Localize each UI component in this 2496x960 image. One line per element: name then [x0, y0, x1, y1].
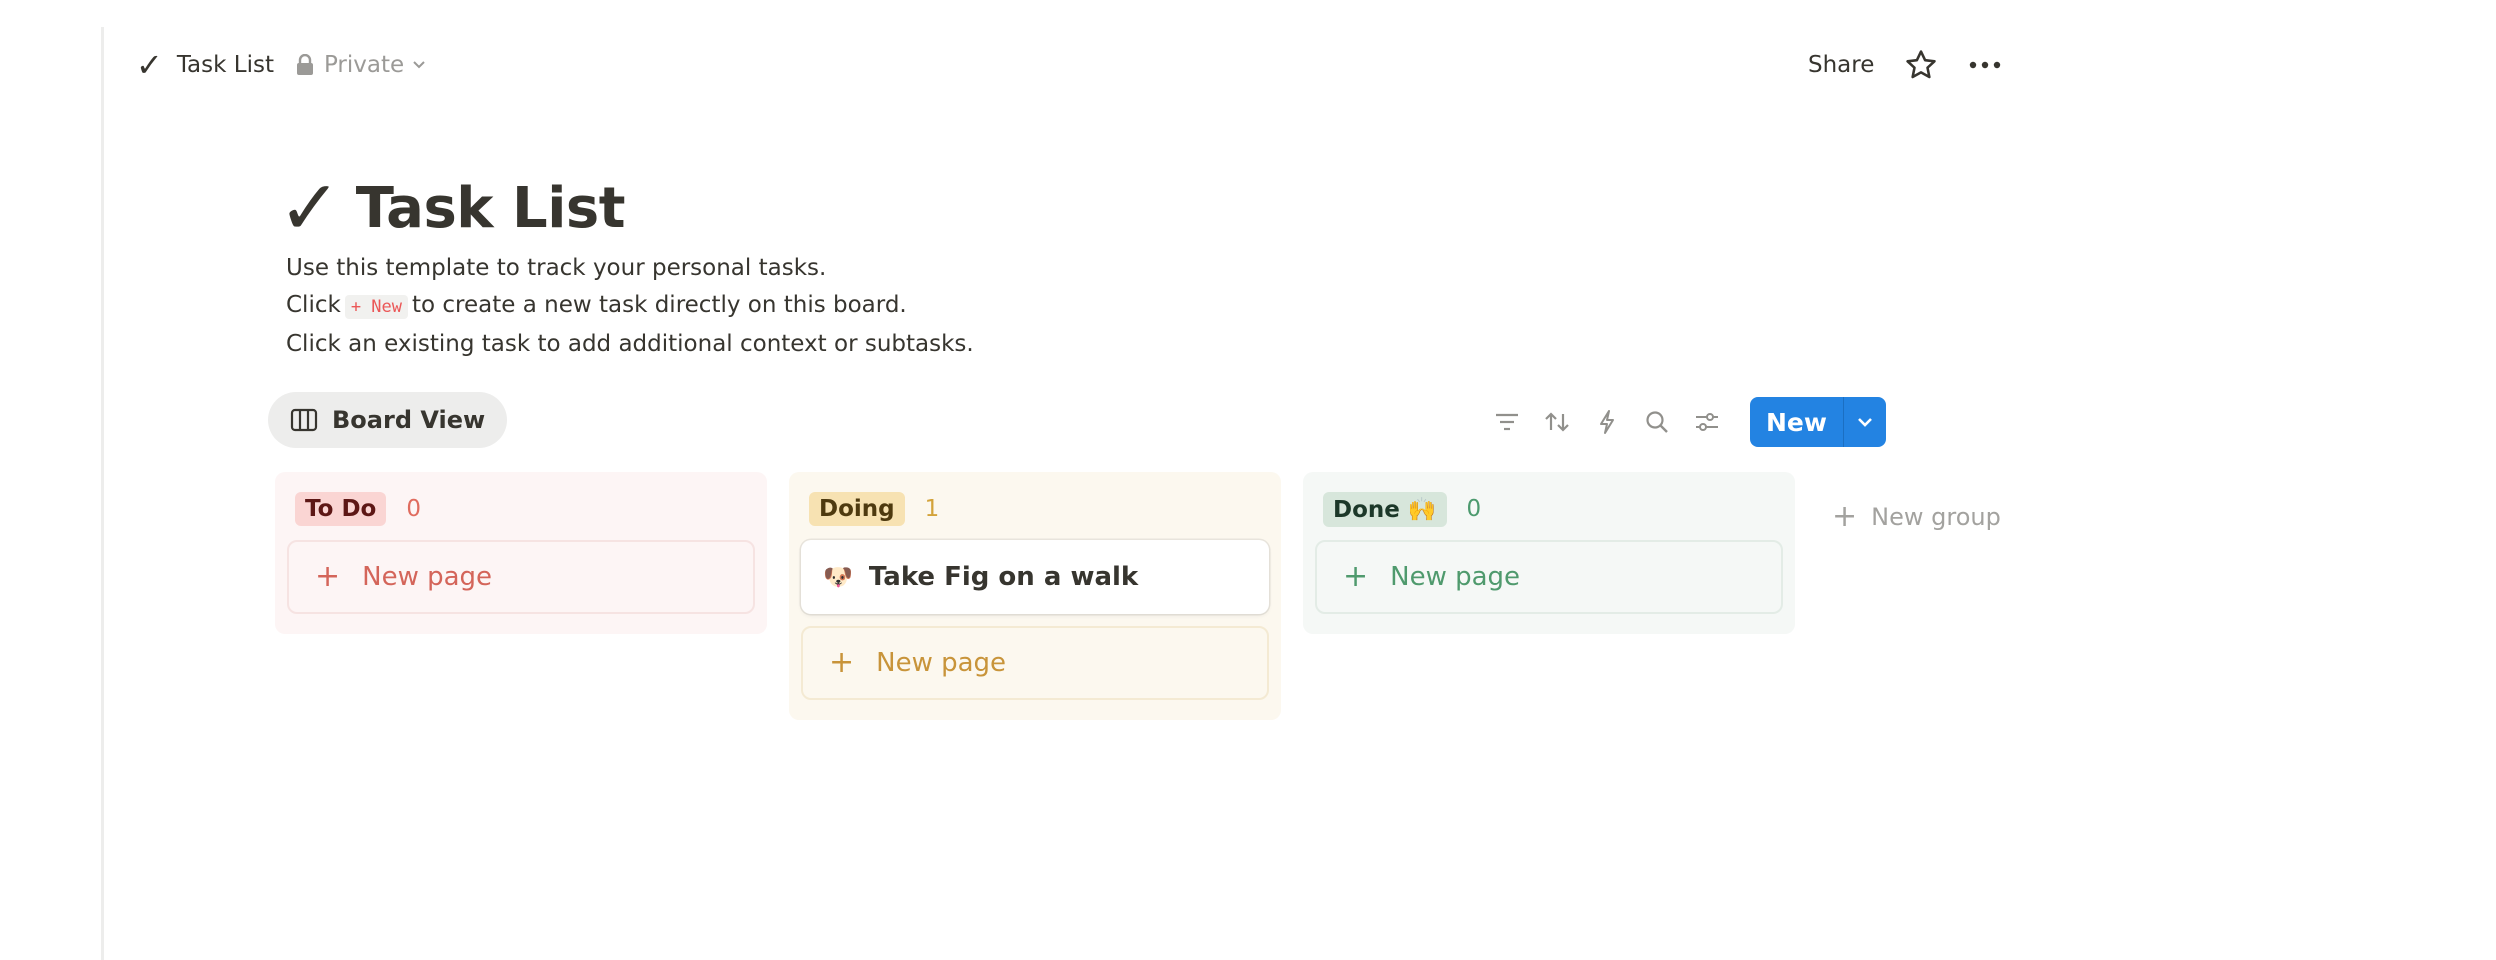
description-line: Click + New to create a new task directly …: [286, 287, 974, 326]
view-settings-button[interactable]: [1682, 397, 1732, 447]
chevron-down-icon: [413, 61, 425, 69]
search-icon: [1646, 411, 1668, 433]
status-badge: To Do: [295, 492, 387, 526]
page-description: Use this template to track your personal…: [286, 250, 974, 363]
task-title: Take Fig on a walk: [868, 562, 1139, 592]
description-line: Click an existing task to add additional…: [286, 331, 974, 357]
new-page-label: New page: [876, 648, 1007, 678]
board-column-done: Done 🙌 0 + New page: [1303, 472, 1795, 634]
status-badge: Doing: [809, 492, 905, 526]
new-button-group: New: [1750, 397, 1886, 447]
privacy-label: Private: [323, 52, 405, 78]
top-bar: ✓ Task List Private Share: [136, 42, 2496, 88]
search-button[interactable]: [1632, 397, 1682, 447]
automation-button[interactable]: [1582, 397, 1632, 447]
breadcrumb-title: Task List: [176, 52, 274, 78]
column-count: 1: [924, 496, 940, 522]
new-page-button[interactable]: + New page: [1315, 540, 1783, 614]
page-title-text: Task List: [355, 175, 626, 241]
share-button[interactable]: Share: [1808, 52, 1874, 78]
inline-code: + New: [344, 295, 408, 319]
plus-icon: +: [1832, 499, 1858, 534]
new-group-button[interactable]: + New group: [1832, 494, 2001, 540]
task-card[interactable]: 🐶 Take Fig on a walk: [801, 540, 1269, 614]
new-page-button[interactable]: + New page: [287, 540, 755, 614]
column-count: 0: [1466, 496, 1482, 522]
new-page-button[interactable]: + New page: [801, 626, 1269, 700]
chevron-down-icon: [1858, 418, 1872, 427]
favorite-button[interactable]: [1904, 48, 1938, 82]
settings-icon: [1696, 413, 1718, 431]
tab-board-view[interactable]: Board View: [268, 392, 508, 448]
board-icon: [290, 408, 318, 432]
status-badge: Done 🙌: [1323, 491, 1447, 527]
column-count: 0: [406, 496, 421, 522]
breadcrumb[interactable]: ✓ Task List Private: [136, 42, 436, 88]
board-column-doing: Doing 1 🐶 Take Fig on a walk + New page: [789, 472, 1281, 720]
dog-icon: 🐶: [823, 563, 853, 591]
new-page-label: New page: [362, 562, 493, 592]
sort-button[interactable]: [1532, 397, 1582, 447]
view-toolbar: New: [1482, 396, 1886, 448]
description-line: Use this template to track your personal…: [286, 255, 827, 281]
sidebar-divider: [101, 27, 104, 960]
new-button[interactable]: New: [1750, 397, 1843, 447]
board-column-todo: To Do 0 + New page: [275, 472, 767, 634]
filter-icon: [1496, 413, 1518, 431]
plus-icon: +: [829, 645, 855, 680]
description-text: Click: [286, 292, 341, 318]
more-icon: [1970, 61, 2001, 69]
column-header[interactable]: Done 🙌 0: [1315, 486, 1783, 532]
column-header[interactable]: Doing 1: [801, 486, 1269, 532]
sort-icon: [1545, 412, 1569, 432]
page-title[interactable]: ✓ Task List: [278, 163, 626, 252]
new-page-label: New page: [1390, 562, 1521, 592]
column-header[interactable]: To Do 0: [287, 486, 755, 532]
description-text: to create a new task directly on this bo…: [412, 292, 907, 318]
lock-icon: [296, 54, 313, 75]
more-button[interactable]: [1968, 60, 2002, 70]
star-icon: [1906, 50, 1937, 79]
check-icon: ✓: [136, 46, 163, 84]
plus-icon: +: [1343, 559, 1369, 594]
plus-icon: +: [315, 559, 341, 594]
tab-label: Board View: [332, 406, 486, 434]
new-dropdown-button[interactable]: [1843, 397, 1886, 447]
top-actions: Share: [1808, 42, 2002, 88]
new-group-label: New group: [1871, 503, 2001, 531]
lightning-icon: [1600, 410, 1614, 434]
filter-button[interactable]: [1482, 397, 1532, 447]
privacy-selector[interactable]: Private: [296, 52, 436, 78]
check-icon: ✓: [278, 163, 342, 252]
